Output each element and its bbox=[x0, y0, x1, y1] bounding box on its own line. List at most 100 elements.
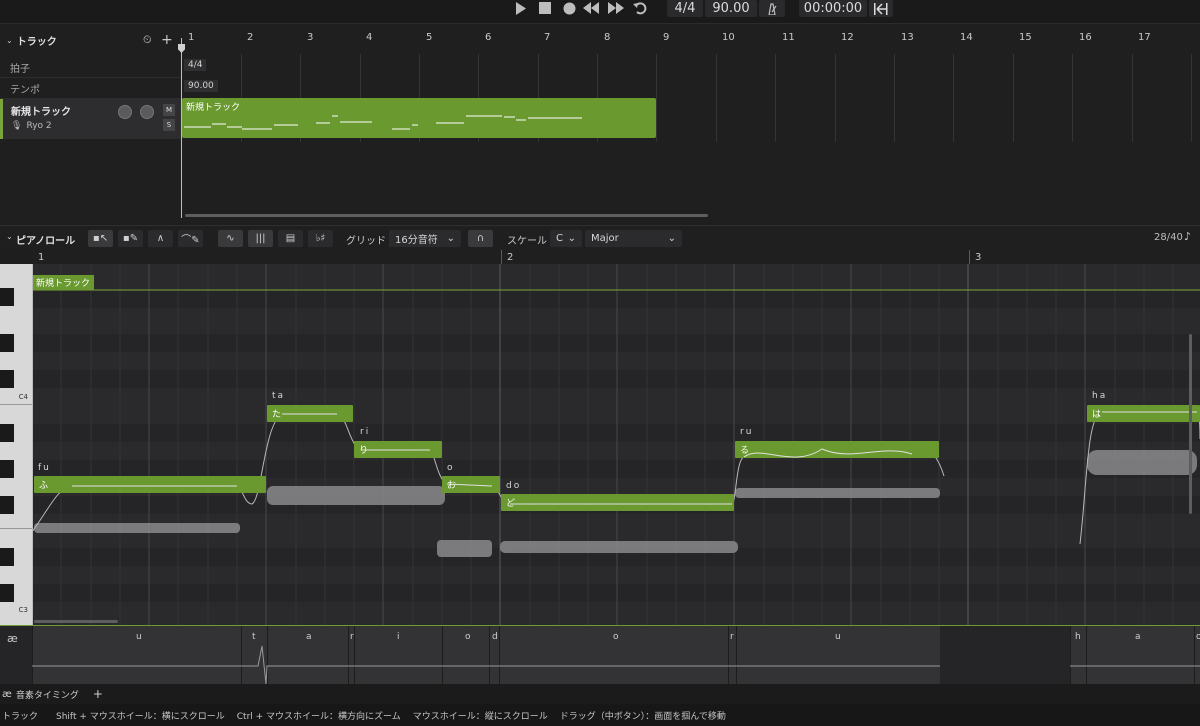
piano-roll-ruler[interactable]: 1 2 3 bbox=[32, 250, 1200, 264]
note-ri[interactable]: り bbox=[354, 441, 442, 458]
grid-value: 16分音符 bbox=[395, 235, 438, 246]
phoneme-envelope bbox=[32, 645, 1200, 685]
pr-ruler-bar-3: 3 bbox=[975, 252, 982, 263]
beat-value-chip[interactable]: 4/4 bbox=[184, 59, 207, 71]
return-to-start-button[interactable] bbox=[869, 0, 893, 17]
piano-roll-v-scrollbar[interactable] bbox=[1189, 334, 1192, 514]
status-context: トラック bbox=[2, 711, 39, 722]
track-playhead[interactable] bbox=[181, 38, 182, 218]
solo-button[interactable]: S bbox=[163, 119, 175, 131]
note-romaji-o: o bbox=[447, 463, 455, 473]
select-tool-button[interactable]: ▪↖ bbox=[88, 230, 113, 247]
singer-selector[interactable]: 🎙 Ryo 2 bbox=[11, 121, 52, 131]
loop-icon bbox=[633, 2, 647, 15]
piano-roll-h-scrollbar[interactable] bbox=[34, 620, 118, 623]
snap-magnet-button[interactable]: ∩ bbox=[468, 230, 493, 247]
track-timeline[interactable]: 1 2 3 4 5 6 7 8 9 10 11 12 13 14 15 16 1… bbox=[178, 24, 1200, 223]
loop-button[interactable] bbox=[632, 0, 648, 16]
pitch-wave-icon: ∿ bbox=[226, 233, 235, 244]
show-pitch-toggle[interactable]: ∿ bbox=[218, 230, 243, 247]
note-ha[interactable]: は bbox=[1087, 405, 1200, 422]
ruler-bar-12: 12 bbox=[841, 32, 854, 43]
ruler-bar-11: 11 bbox=[782, 32, 795, 43]
time-signature-display[interactable]: 4/4 bbox=[667, 0, 703, 17]
pitch-curve bbox=[32, 411, 1200, 545]
piano-keyboard[interactable]: C4 C3 bbox=[0, 264, 32, 625]
phoneme-timing-tab[interactable]: 音素タイミング bbox=[16, 688, 79, 701]
transport-bar: 4/4 90.00 00:00:00 bbox=[0, 0, 1200, 24]
phoneme-lane[interactable]: æ u t a r i o d o r u h a o bbox=[0, 625, 1200, 685]
tempo-value-chip[interactable]: 90.00 bbox=[184, 80, 218, 92]
phoneme-timing-tab-bar: æ 音素タイミング + bbox=[0, 684, 1200, 704]
grid-dropdown[interactable]: 16分音符 ⌄ bbox=[389, 230, 461, 247]
pitch-pen-tool-button[interactable]: ⌒✎ bbox=[178, 230, 203, 247]
note-do[interactable]: ど bbox=[501, 494, 734, 511]
tempo-clock-icon[interactable]: ⏲ bbox=[143, 33, 152, 47]
status-hint: ドラッグ（中ボタン）：画面を掴んで移動 bbox=[559, 711, 726, 722]
collapse-chevron-icon[interactable]: ⌄ bbox=[6, 36, 13, 45]
tempo-row-label: テンポ bbox=[0, 78, 181, 99]
ruler-bar-6: 6 bbox=[485, 32, 492, 43]
piano-roll-playhead[interactable] bbox=[32, 264, 33, 625]
scale-key-dropdown[interactable]: C ⌄ bbox=[550, 230, 582, 247]
singer-name: Ryo 2 bbox=[26, 121, 52, 131]
note-icon[interactable]: ♪ bbox=[1184, 230, 1191, 243]
ruler-bar-17: 17 bbox=[1138, 32, 1151, 43]
show-waveform-toggle[interactable]: ||| bbox=[248, 230, 273, 247]
ruler-bar-14: 14 bbox=[960, 32, 973, 43]
show-lyrics-toggle[interactable]: ▤ bbox=[278, 230, 303, 247]
track-name[interactable]: 新規トラック bbox=[11, 103, 71, 118]
stop-icon bbox=[539, 2, 551, 14]
play-button[interactable] bbox=[513, 0, 529, 16]
status-hint: Ctrl + マウスホイール：横方向にズーム bbox=[236, 711, 401, 722]
tempo-display[interactable]: 90.00 bbox=[705, 0, 757, 17]
track-section: ⌄ トラック ⏲ + 拍子 テンポ 新規トラック 🎙 Ryo 2 M S 1 2… bbox=[0, 24, 1200, 223]
record-button[interactable] bbox=[561, 0, 577, 16]
chevron-down-icon: ⌄ bbox=[667, 233, 676, 244]
track-clip[interactable]: 新規トラック bbox=[182, 98, 656, 138]
mute-button[interactable]: M bbox=[163, 104, 175, 116]
collapse-chevron-icon[interactable]: ⌄ bbox=[6, 232, 13, 241]
pitch-draw-tool-button[interactable]: ∧ bbox=[148, 230, 173, 247]
ruler-bar-1: 1 bbox=[188, 32, 195, 43]
track-horizontal-scrollbar[interactable] bbox=[185, 214, 708, 217]
chevron-down-icon: ⌄ bbox=[567, 233, 576, 244]
status-hint: Shift + マウスホイール：横にスクロール bbox=[56, 711, 225, 722]
ruler-bar-13: 13 bbox=[901, 32, 914, 43]
beat-label: 拍子 bbox=[10, 63, 30, 75]
lyrics-panel-icon: ▤ bbox=[285, 233, 296, 244]
track-ruler[interactable]: 1 2 3 4 5 6 7 8 9 10 11 12 13 14 15 16 1… bbox=[181, 24, 1200, 46]
add-track-button[interactable]: + bbox=[161, 32, 173, 48]
scale-mode-dropdown[interactable]: Major ⌄ bbox=[585, 230, 682, 247]
volume-knob[interactable] bbox=[118, 105, 132, 119]
grid-label: グリッド bbox=[346, 236, 386, 247]
record-icon bbox=[563, 2, 575, 14]
ruler-bar-8: 8 bbox=[604, 32, 611, 43]
note-ta[interactable]: た bbox=[267, 405, 353, 422]
stop-button[interactable] bbox=[537, 0, 553, 16]
metronome-button[interactable] bbox=[759, 0, 785, 17]
pitch-curve-icon: ∧ bbox=[156, 233, 165, 244]
ruler-bar-3: 3 bbox=[307, 32, 314, 43]
ruler-bar-4: 4 bbox=[366, 32, 373, 43]
scale-key-value: C bbox=[556, 233, 563, 244]
rewind-button[interactable] bbox=[583, 0, 599, 16]
beat-row-label: 拍子 bbox=[0, 57, 181, 78]
accidental-toggle[interactable]: ♭♯ bbox=[308, 230, 333, 247]
note-romaji-ha: ha bbox=[1092, 391, 1108, 401]
pan-knob[interactable] bbox=[140, 105, 154, 119]
clip-note-preview bbox=[184, 115, 582, 130]
pencil-tool-button[interactable]: ▪✎ bbox=[118, 230, 143, 247]
fast-forward-button[interactable] bbox=[608, 0, 624, 16]
note-fu[interactable]: ふ bbox=[34, 476, 266, 493]
note-o[interactable]: お bbox=[442, 476, 500, 493]
add-lane-button[interactable]: + bbox=[93, 687, 103, 701]
key-label-c3: C3 bbox=[18, 606, 28, 614]
ruler-bar-10: 10 bbox=[722, 32, 735, 43]
piano-roll-grid[interactable]: 新規トラック fu ta ri o do ru ha ふ た り お ど る は bbox=[32, 264, 1200, 625]
chevron-down-icon: ⌄ bbox=[446, 233, 455, 244]
track-header-new-track[interactable]: 新規トラック 🎙 Ryo 2 M S bbox=[0, 99, 181, 139]
ruler-bar-5: 5 bbox=[426, 32, 433, 43]
note-ru[interactable]: る bbox=[735, 441, 939, 458]
scale-mode-value: Major bbox=[591, 233, 619, 244]
